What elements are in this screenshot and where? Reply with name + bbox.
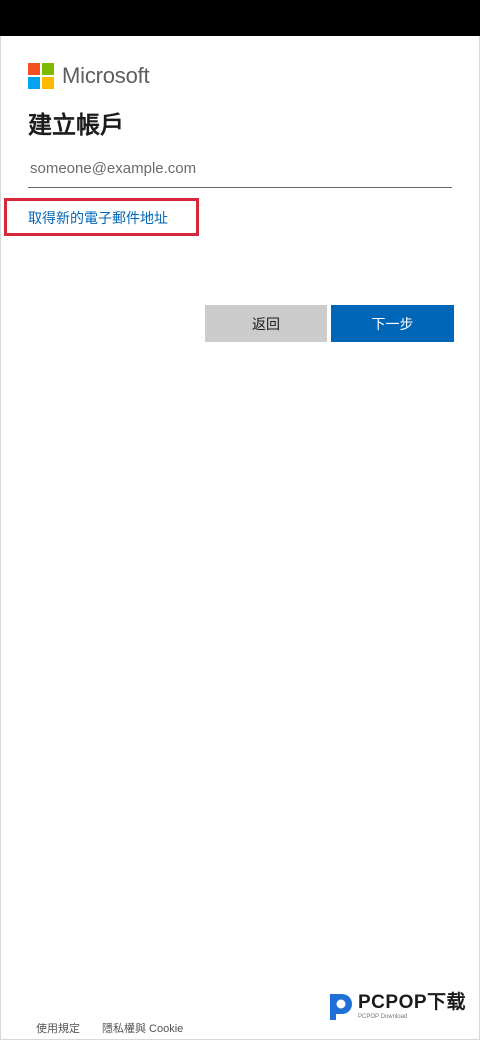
brand-header: Microsoft: [28, 63, 150, 89]
brand-name: Microsoft: [62, 63, 150, 88]
page-title: 建立帳戶: [28, 112, 124, 139]
privacy-cookie-link[interactable]: 隱私權與 Cookie: [102, 1020, 183, 1036]
watermark-logo-icon: [324, 990, 354, 1024]
email-field[interactable]: [28, 150, 452, 188]
watermark: PCPOP下载 PCPOP Download: [324, 990, 466, 1024]
watermark-subtitle: PCPOP Download: [358, 1014, 408, 1020]
status-bar: [0, 0, 480, 36]
get-new-email-link[interactable]: 取得新的電子郵件地址: [28, 208, 168, 228]
back-button[interactable]: 返回: [205, 305, 327, 342]
next-button[interactable]: 下一步: [331, 305, 454, 342]
watermark-title: PCPOP下载: [358, 992, 467, 1013]
footer: 使用規定 隱私權與 Cookie: [36, 1020, 183, 1036]
microsoft-logo-icon: [28, 63, 54, 89]
terms-link[interactable]: 使用規定: [36, 1020, 80, 1036]
